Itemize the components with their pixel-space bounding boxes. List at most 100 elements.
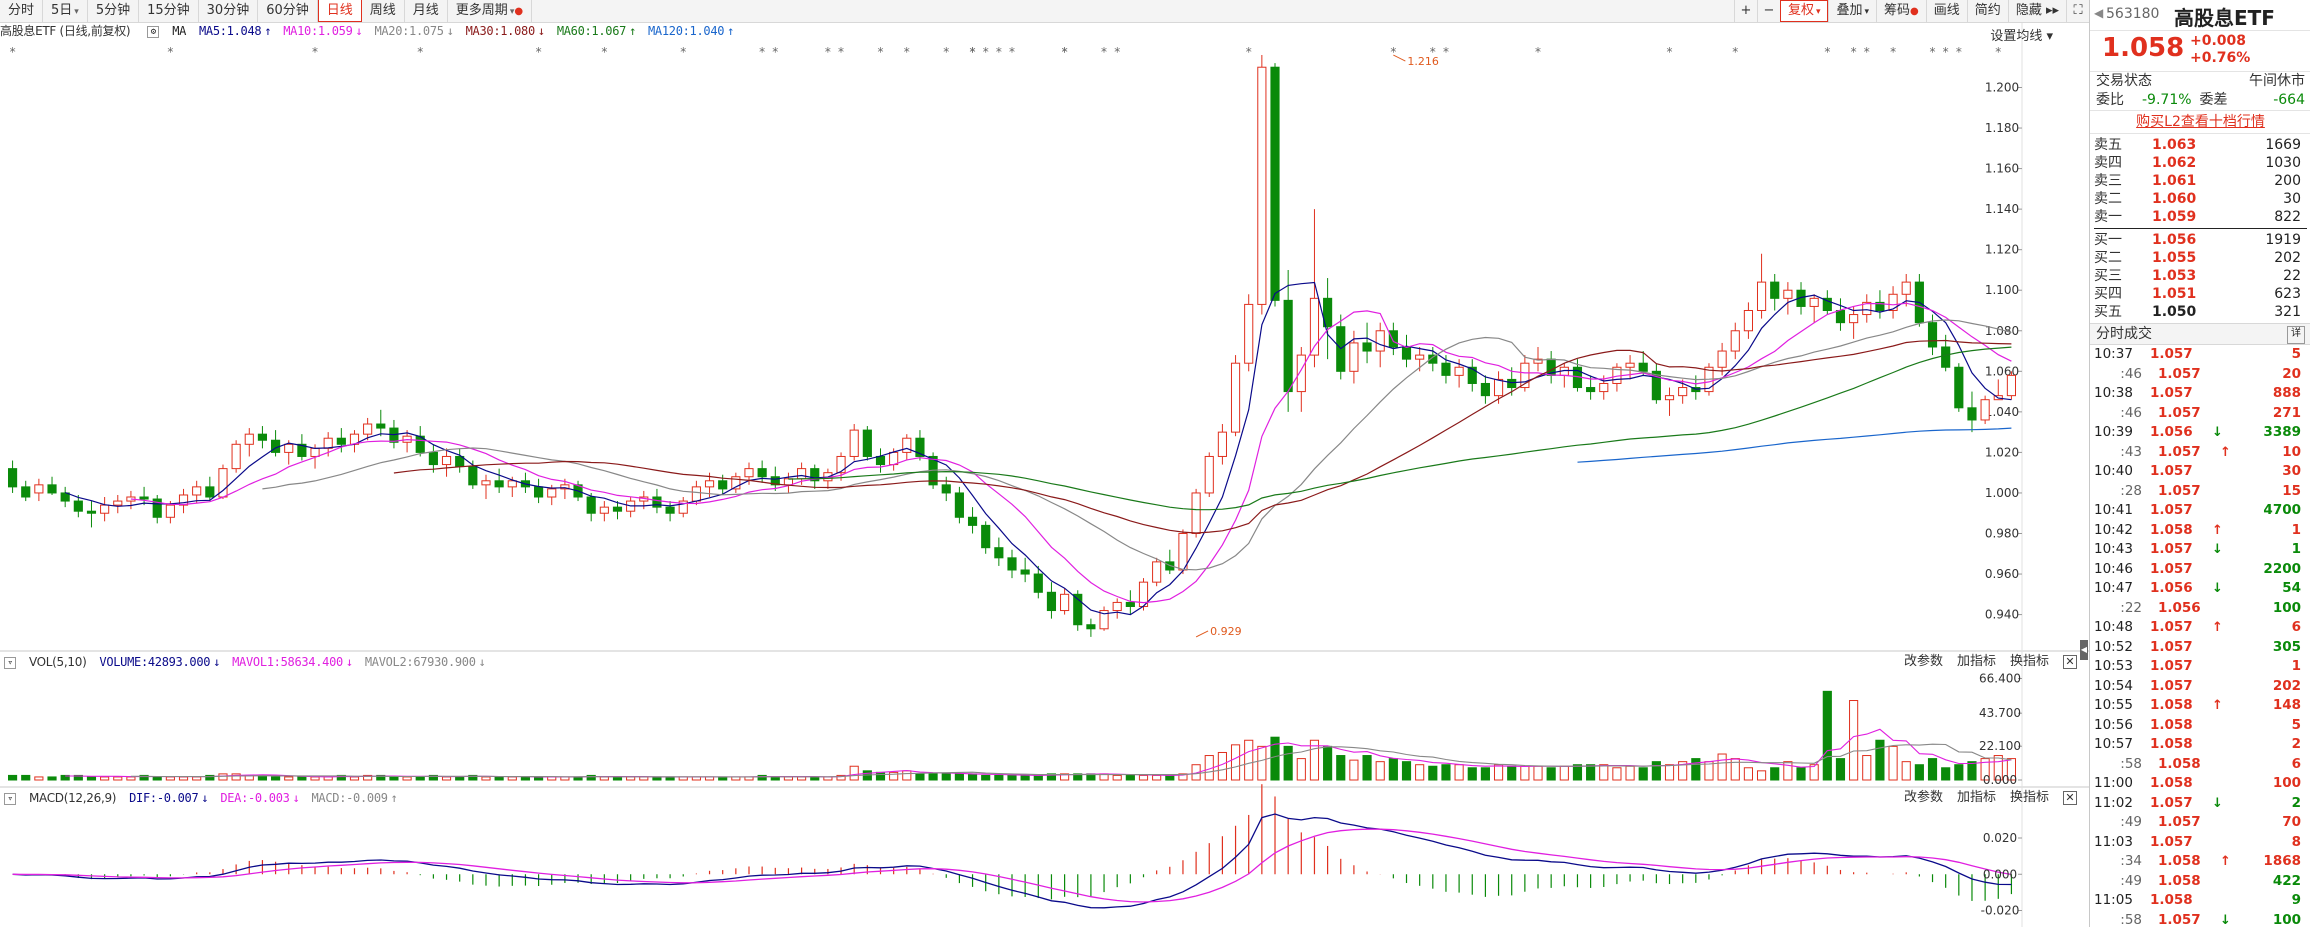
- candle-body: [850, 430, 858, 456]
- vol_legend-tool-2[interactable]: 换指标: [2010, 653, 2049, 671]
- panel-toggle-icon[interactable]: ▿: [4, 793, 16, 805]
- volume-bar: [179, 777, 187, 780]
- volume-bar: [1850, 701, 1858, 780]
- period-tab-5[interactable]: 60分钟: [258, 0, 318, 22]
- period-tab-8[interactable]: 月线: [405, 0, 448, 22]
- candle-body: [1626, 363, 1634, 367]
- volume-bar: [1587, 765, 1595, 780]
- y-tick-label: 22.100: [1979, 739, 2021, 753]
- candle-body: [166, 505, 174, 517]
- period-tab-6[interactable]: 日线: [318, 0, 362, 22]
- prev-stock-icon[interactable]: ◀: [2094, 6, 2103, 20]
- volume-bar: [1231, 745, 1239, 780]
- candle-body: [1718, 351, 1726, 367]
- kline-chart-area[interactable]: **************************************0.…: [0, 23, 2089, 927]
- event-marker: *: [1930, 45, 1936, 59]
- close-icon[interactable]: ✕: [2063, 655, 2077, 669]
- arrow-down-icon: ↓: [293, 791, 300, 805]
- candle-body: [258, 434, 266, 440]
- volume-bar: [1823, 691, 1831, 780]
- macd-panel-tools: 改参数加指标换指标 ✕: [1904, 789, 2077, 807]
- volume-bar: [35, 777, 43, 780]
- candle-body: [719, 481, 727, 489]
- vol_legend-tool-1[interactable]: 加指标: [1957, 653, 1996, 671]
- period-tab-2[interactable]: 5分钟: [88, 0, 139, 22]
- stock-name: 高股息ETF: [2174, 2, 2275, 31]
- tick-row: 10:571.0582: [2090, 735, 2310, 755]
- volume-bar: [1968, 762, 1976, 780]
- candle-body: [955, 493, 963, 517]
- tick-row: 11:021.057↓2: [2090, 794, 2310, 814]
- extreme-label: 0.929: [1210, 625, 1242, 638]
- candle-body: [837, 456, 845, 472]
- tool-button-3[interactable]: 叠加▾: [1828, 0, 1876, 22]
- tool-button-6[interactable]: 简约: [1967, 0, 2008, 22]
- period-tab-4[interactable]: 30分钟: [199, 0, 259, 22]
- volume-bar: [1113, 775, 1121, 780]
- mavol10-line: [131, 744, 2012, 777]
- period-tab-3[interactable]: 15分钟: [139, 0, 199, 22]
- vol_legend-tool-0[interactable]: 改参数: [1904, 653, 1943, 671]
- event-markers: **************************************: [10, 45, 2002, 59]
- candle-body: [1639, 363, 1647, 371]
- panel-toggle-icon[interactable]: ▿: [4, 657, 16, 669]
- event-marker: *: [167, 45, 173, 59]
- volume-bar: [1784, 762, 1792, 780]
- settings-gear-icon[interactable]: ⚙: [147, 26, 159, 38]
- candle-body: [1494, 379, 1502, 395]
- volume-bar: [1297, 759, 1305, 780]
- tick-list[interactable]: 10:371.0575:461.0572010:381.057888:461.0…: [2090, 345, 2310, 930]
- volume-bar: [390, 777, 398, 780]
- period-tab-0[interactable]: 分时: [0, 0, 43, 22]
- ticks-detail-button[interactable]: 详: [2287, 326, 2305, 344]
- candle-body: [87, 511, 95, 513]
- vol_legend-item-0: VOLUME:42893.000↓: [99, 655, 226, 669]
- candle-body: [1192, 493, 1200, 534]
- volume-bar: [942, 774, 950, 780]
- candle-body: [1153, 562, 1161, 582]
- candle-body: [1008, 558, 1016, 570]
- spacer: [2212, 716, 2226, 736]
- volume-bar: [456, 777, 464, 780]
- macd_legend-tool-0[interactable]: 改参数: [1904, 789, 1943, 807]
- tick-row: 10:371.0575: [2090, 345, 2310, 365]
- spacer: [2212, 462, 2226, 482]
- candle-body: [995, 548, 1003, 558]
- ma-settings-button[interactable]: 设置均线 ▾: [1990, 25, 2053, 44]
- candle-body: [1942, 347, 1950, 367]
- volume-bar: [442, 777, 450, 780]
- collapse-handle[interactable]: ◀: [2080, 640, 2088, 660]
- tool-button-7[interactable]: 隐藏 ▸▸: [2008, 0, 2066, 22]
- tool-button-0[interactable]: +: [1734, 0, 1757, 22]
- spacer: [2212, 833, 2226, 853]
- volume-bar: [87, 777, 95, 780]
- ma10-line: [131, 303, 2012, 602]
- spacer: [2212, 501, 2226, 521]
- chevron-down-icon: ▾: [2046, 29, 2053, 44]
- period-tab-7[interactable]: 周线: [362, 0, 405, 22]
- volume-bar: [1600, 765, 1608, 780]
- volume-bar: [1337, 756, 1345, 780]
- buys-row: 买一1.0561919: [2090, 231, 2310, 249]
- buys-row: 买二1.055202: [2090, 249, 2310, 267]
- macd_legend-tool-1[interactable]: 加指标: [1957, 789, 1996, 807]
- volume-bar: [1560, 766, 1568, 780]
- buy-l2-link[interactable]: 购买L2查看十档行情: [2090, 110, 2310, 134]
- period-tab-1[interactable]: 5日▾: [43, 0, 88, 22]
- tool-button-5[interactable]: 画线: [1926, 0, 1967, 22]
- period-tab-9[interactable]: 更多周期▾●: [448, 0, 532, 22]
- macd_legend-tool-2[interactable]: 换指标: [2010, 789, 2049, 807]
- tool-button-1[interactable]: −: [1757, 0, 1780, 22]
- tool-button-2[interactable]: 复权▾: [1780, 0, 1829, 22]
- tool-button-8[interactable]: ⛶: [2066, 0, 2089, 22]
- chevron-down-icon: ▾: [74, 7, 79, 17]
- event-marker: *: [1864, 45, 1870, 59]
- tool-button-4[interactable]: 筹码●: [1876, 0, 1926, 22]
- price-axis: 0.9400.9600.9801.0001.0201.0401.0601.080…: [1985, 80, 2022, 621]
- tick-row: :341.058↑1868: [2090, 852, 2310, 872]
- y-tick-label: 0.980: [1985, 526, 2019, 540]
- volume-bar: [1757, 771, 1765, 780]
- candle-body: [1179, 533, 1187, 569]
- tick-row: 10:561.0585: [2090, 716, 2310, 736]
- close-icon[interactable]: ✕: [2063, 791, 2077, 805]
